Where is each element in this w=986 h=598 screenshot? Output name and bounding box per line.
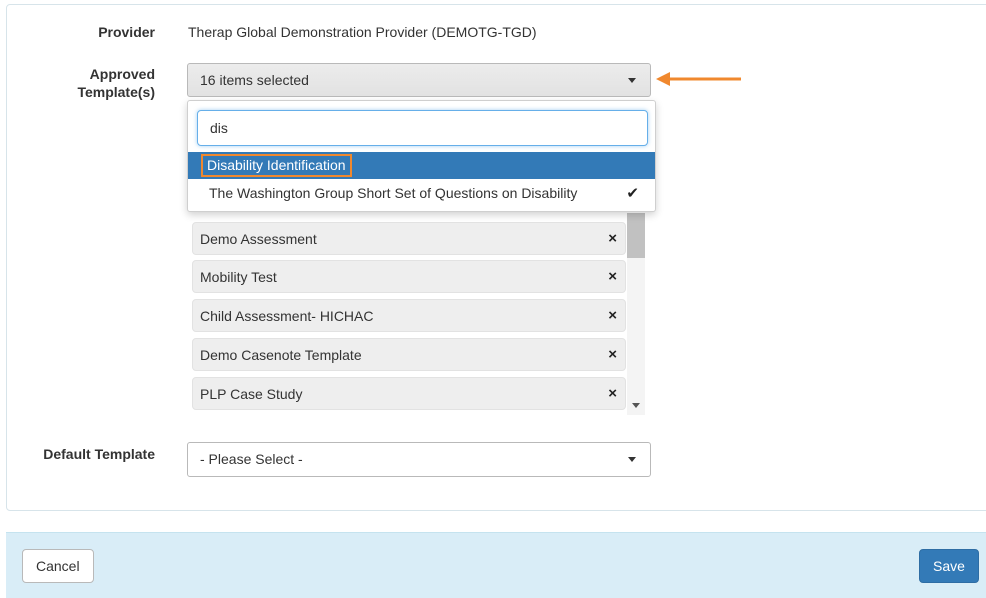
selected-item-label: Demo Casenote Template	[200, 347, 362, 363]
dropdown-option-disability-identification[interactable]: Disability Identification	[188, 152, 655, 179]
remove-icon[interactable]: ×	[608, 223, 617, 254]
default-template-select-text: - Please Select -	[200, 451, 303, 467]
check-icon: ✔	[626, 185, 639, 202]
provider-label: Provider	[98, 24, 155, 40]
selected-item-label: PLP Case Study	[200, 386, 303, 402]
scrollbar-thumb[interactable]	[627, 213, 645, 258]
scroll-down-arrow-icon[interactable]	[632, 403, 640, 408]
default-template-select[interactable]: - Please Select -	[187, 442, 651, 477]
approved-templates-select-text: 16 items selected	[200, 72, 309, 88]
save-button[interactable]: Save	[919, 549, 979, 583]
selected-item-label: Demo Assessment	[200, 231, 317, 247]
selected-item-chip: Demo Casenote Template ×	[192, 338, 626, 371]
approved-templates-label: Approved Template(s)	[40, 65, 155, 101]
remove-icon[interactable]: ×	[608, 339, 617, 370]
remove-icon[interactable]: ×	[608, 378, 617, 409]
default-template-label: Default Template	[43, 446, 155, 462]
selected-item-label: Mobility Test	[200, 269, 277, 285]
selected-item-label: Child Assessment- HICHAC	[200, 308, 374, 324]
selected-item-chip: Demo Assessment ×	[192, 222, 626, 255]
cancel-button[interactable]: Cancel	[22, 549, 94, 583]
approved-templates-select[interactable]: 16 items selected	[187, 63, 651, 97]
remove-icon[interactable]: ×	[608, 300, 617, 331]
selected-items-list: Demo Assessment × Mobility Test × Child …	[187, 213, 647, 415]
dropdown-option-washington-group[interactable]: The Washington Group Short Set of Questi…	[188, 180, 655, 207]
option-label: The Washington Group Short Set of Questi…	[209, 185, 578, 201]
remove-icon[interactable]: ×	[608, 261, 617, 292]
option-label: Disability Identification	[201, 154, 352, 177]
approved-label-line2: Template(s)	[77, 84, 155, 100]
annotation-arrow-icon	[656, 72, 741, 86]
chevron-down-icon	[628, 78, 636, 83]
chevron-down-icon	[628, 457, 636, 462]
selected-item-chip: Mobility Test ×	[192, 260, 626, 293]
approved-label-line1: Approved	[89, 66, 155, 82]
template-search-input[interactable]	[197, 110, 648, 146]
form-footer: Cancel Save	[6, 532, 986, 598]
selected-item-chip: PLP Case Study ×	[192, 377, 626, 410]
selected-item-chip: Child Assessment- HICHAC ×	[192, 299, 626, 332]
provider-value: Therap Global Demonstration Provider (DE…	[188, 24, 537, 40]
approved-templates-dropdown: Disability Identification The Washington…	[187, 100, 656, 212]
